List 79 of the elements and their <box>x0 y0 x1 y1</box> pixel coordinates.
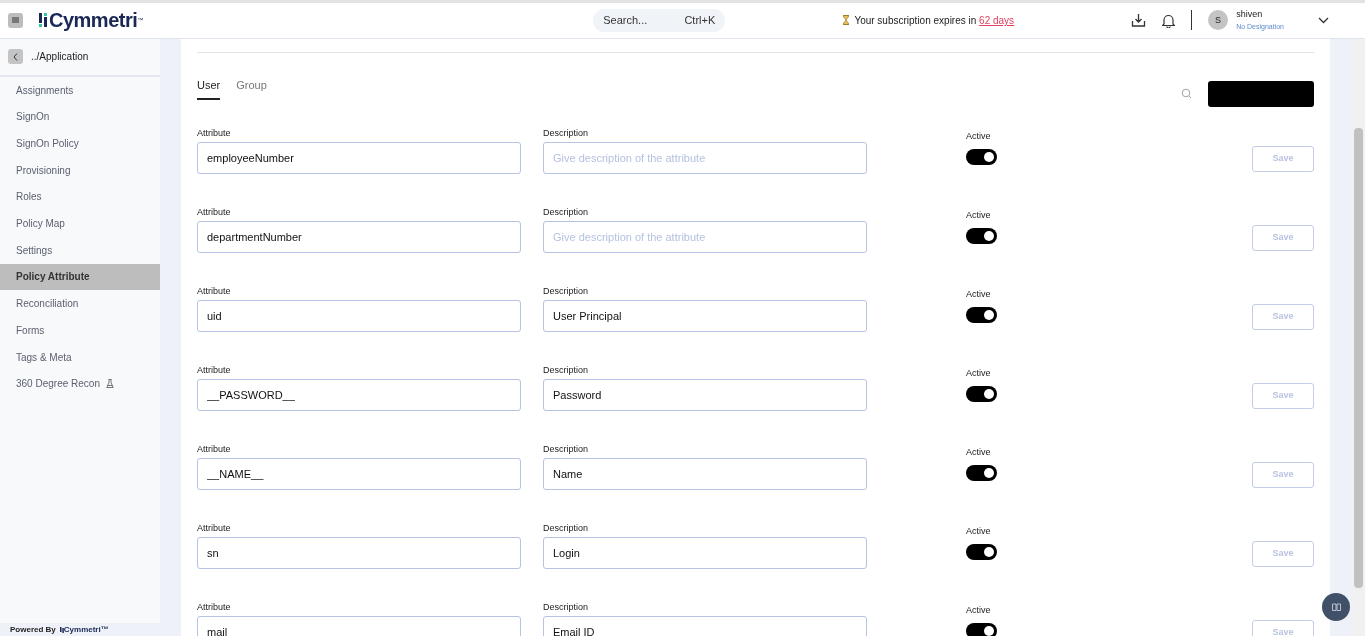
field-label: Description <box>543 522 590 533</box>
sidebar-item[interactable]: Provisioning <box>0 156 160 184</box>
field-label: Attribute <box>197 601 232 612</box>
book-icon <box>1331 603 1341 611</box>
field-label: Active <box>966 130 992 141</box>
description-field[interactable]: Give description of the attribute <box>543 220 867 253</box>
active-toggle[interactable] <box>966 306 997 323</box>
description-field[interactable]: Name <box>543 457 867 490</box>
user-name: shiven <box>1236 10 1264 20</box>
description-field[interactable]: Password <box>543 378 867 411</box>
hourglass-icon <box>842 15 851 26</box>
attribute-field[interactable]: sn <box>197 536 521 569</box>
sidebar-item[interactable]: SignOn <box>0 103 160 131</box>
field-label: Active <box>966 209 992 220</box>
search-placeholder: Search... <box>603 13 648 29</box>
shortcut-hint: Ctrl+K <box>684 13 716 29</box>
description-field[interactable]: Give description of the attribute <box>543 141 867 174</box>
field-label: Attribute <box>197 285 232 296</box>
bell-icon[interactable] <box>1162 12 1176 28</box>
field-label: Attribute <box>197 443 232 454</box>
field-label: Description <box>543 364 590 375</box>
attribute-field[interactable]: departmentNumber <box>197 220 521 253</box>
field-label: Active <box>966 604 992 615</box>
sidebar-item[interactable]: SignOn Policy <box>0 130 160 157</box>
attribute-field[interactable]: mail <box>197 615 521 636</box>
chevron-left-icon <box>13 52 18 61</box>
sidebar-item[interactable]: Forms <box>0 317 160 344</box>
scrollbar[interactable] <box>1352 38 1365 636</box>
attribute-field[interactable]: employeeNumber <box>197 141 521 174</box>
sidebar-item[interactable]: Assignments <box>0 76 160 104</box>
field-label: Active <box>966 525 992 536</box>
description-field[interactable]: User Principal <box>543 299 867 332</box>
field-label: Description <box>543 127 590 138</box>
sidebar-item[interactable]: 360 Degree Recon <box>0 370 160 398</box>
field-label: Attribute <box>197 364 232 375</box>
help-button[interactable] <box>1322 593 1350 621</box>
tab[interactable]: Group <box>236 76 267 101</box>
tab[interactable]: User <box>197 76 221 101</box>
field-label: Attribute <box>197 127 232 138</box>
description-field[interactable]: Email ID <box>543 615 867 636</box>
active-toggle[interactable] <box>966 622 997 636</box>
field-label: Active <box>966 367 992 378</box>
footer-brand: Cymmetri™ <box>63 623 109 636</box>
active-toggle[interactable] <box>966 464 997 481</box>
chevron-down-icon[interactable] <box>1318 16 1329 24</box>
subscription-notice: Your subscription expires in 62 days <box>854 13 1015 28</box>
subscription-days-link[interactable]: 62 days <box>979 14 1015 26</box>
back-button[interactable] <box>8 49 23 65</box>
download-icon[interactable] <box>1131 12 1147 28</box>
description-field[interactable]: Login <box>543 536 867 569</box>
user-avatar[interactable]: S <box>1208 10 1229 31</box>
sidebar-item[interactable]: Policy Map <box>0 210 160 237</box>
field-label: Description <box>543 285 590 296</box>
active-toggle[interactable] <box>966 543 997 560</box>
logo-mark-icon <box>39 12 49 29</box>
powered-by-label: Powered By <box>10 623 56 636</box>
field-label: Description <box>543 601 590 612</box>
sidebar-item[interactable]: Reconciliation <box>0 290 160 317</box>
breadcrumb-link[interactable]: ../Application <box>31 49 89 65</box>
sidebar-item[interactable]: Settings <box>0 236 160 264</box>
attribute-field[interactable]: __PASSWORD__ <box>197 378 521 411</box>
sidebar-item[interactable]: Roles <box>0 183 160 211</box>
field-label: Attribute <box>197 522 232 533</box>
field-label: Active <box>966 446 992 457</box>
active-toggle[interactable] <box>966 148 997 165</box>
field-label: Attribute <box>197 206 232 217</box>
field-label: Description <box>543 443 590 454</box>
search-field[interactable]: Search... Ctrl+K <box>593 8 726 32</box>
menu-button[interactable] <box>8 12 23 28</box>
sidebar-item[interactable]: Tags & Meta <box>0 343 160 371</box>
attribute-field[interactable]: uid <box>197 299 521 332</box>
logo-mark-icon <box>59 626 64 633</box>
field-label: Description <box>543 206 590 217</box>
field-label: Active <box>966 288 992 299</box>
active-toggle[interactable] <box>966 385 997 402</box>
attribute-field[interactable]: __NAME__ <box>197 457 521 490</box>
active-toggle[interactable] <box>966 227 997 244</box>
sidebar-item[interactable]: Policy Attribute <box>0 263 160 291</box>
logo-text: Cymmetri <box>49 8 138 34</box>
